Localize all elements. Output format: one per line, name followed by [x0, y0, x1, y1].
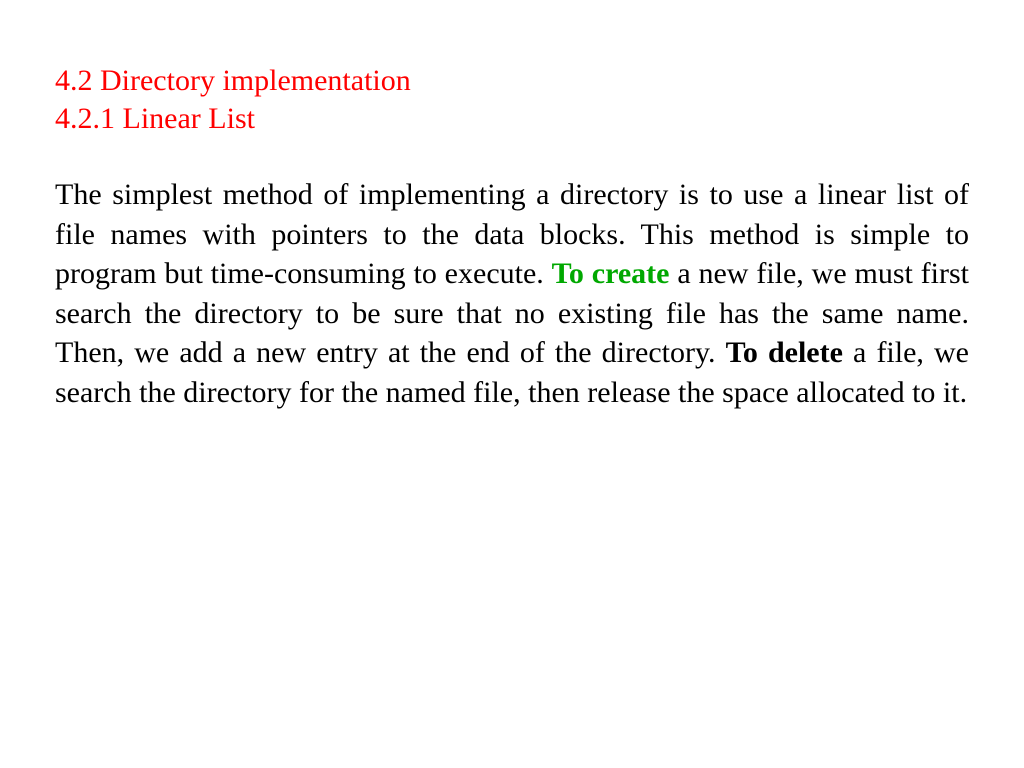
- highlight-to-delete: To delete: [726, 336, 843, 369]
- body-paragraph: The simplest method of implementing a di…: [55, 175, 969, 413]
- subsection-heading: 4.2.1 Linear List: [55, 100, 969, 138]
- highlight-to-create: To create: [552, 257, 670, 290]
- section-heading: 4.2 Directory implementation: [55, 62, 969, 100]
